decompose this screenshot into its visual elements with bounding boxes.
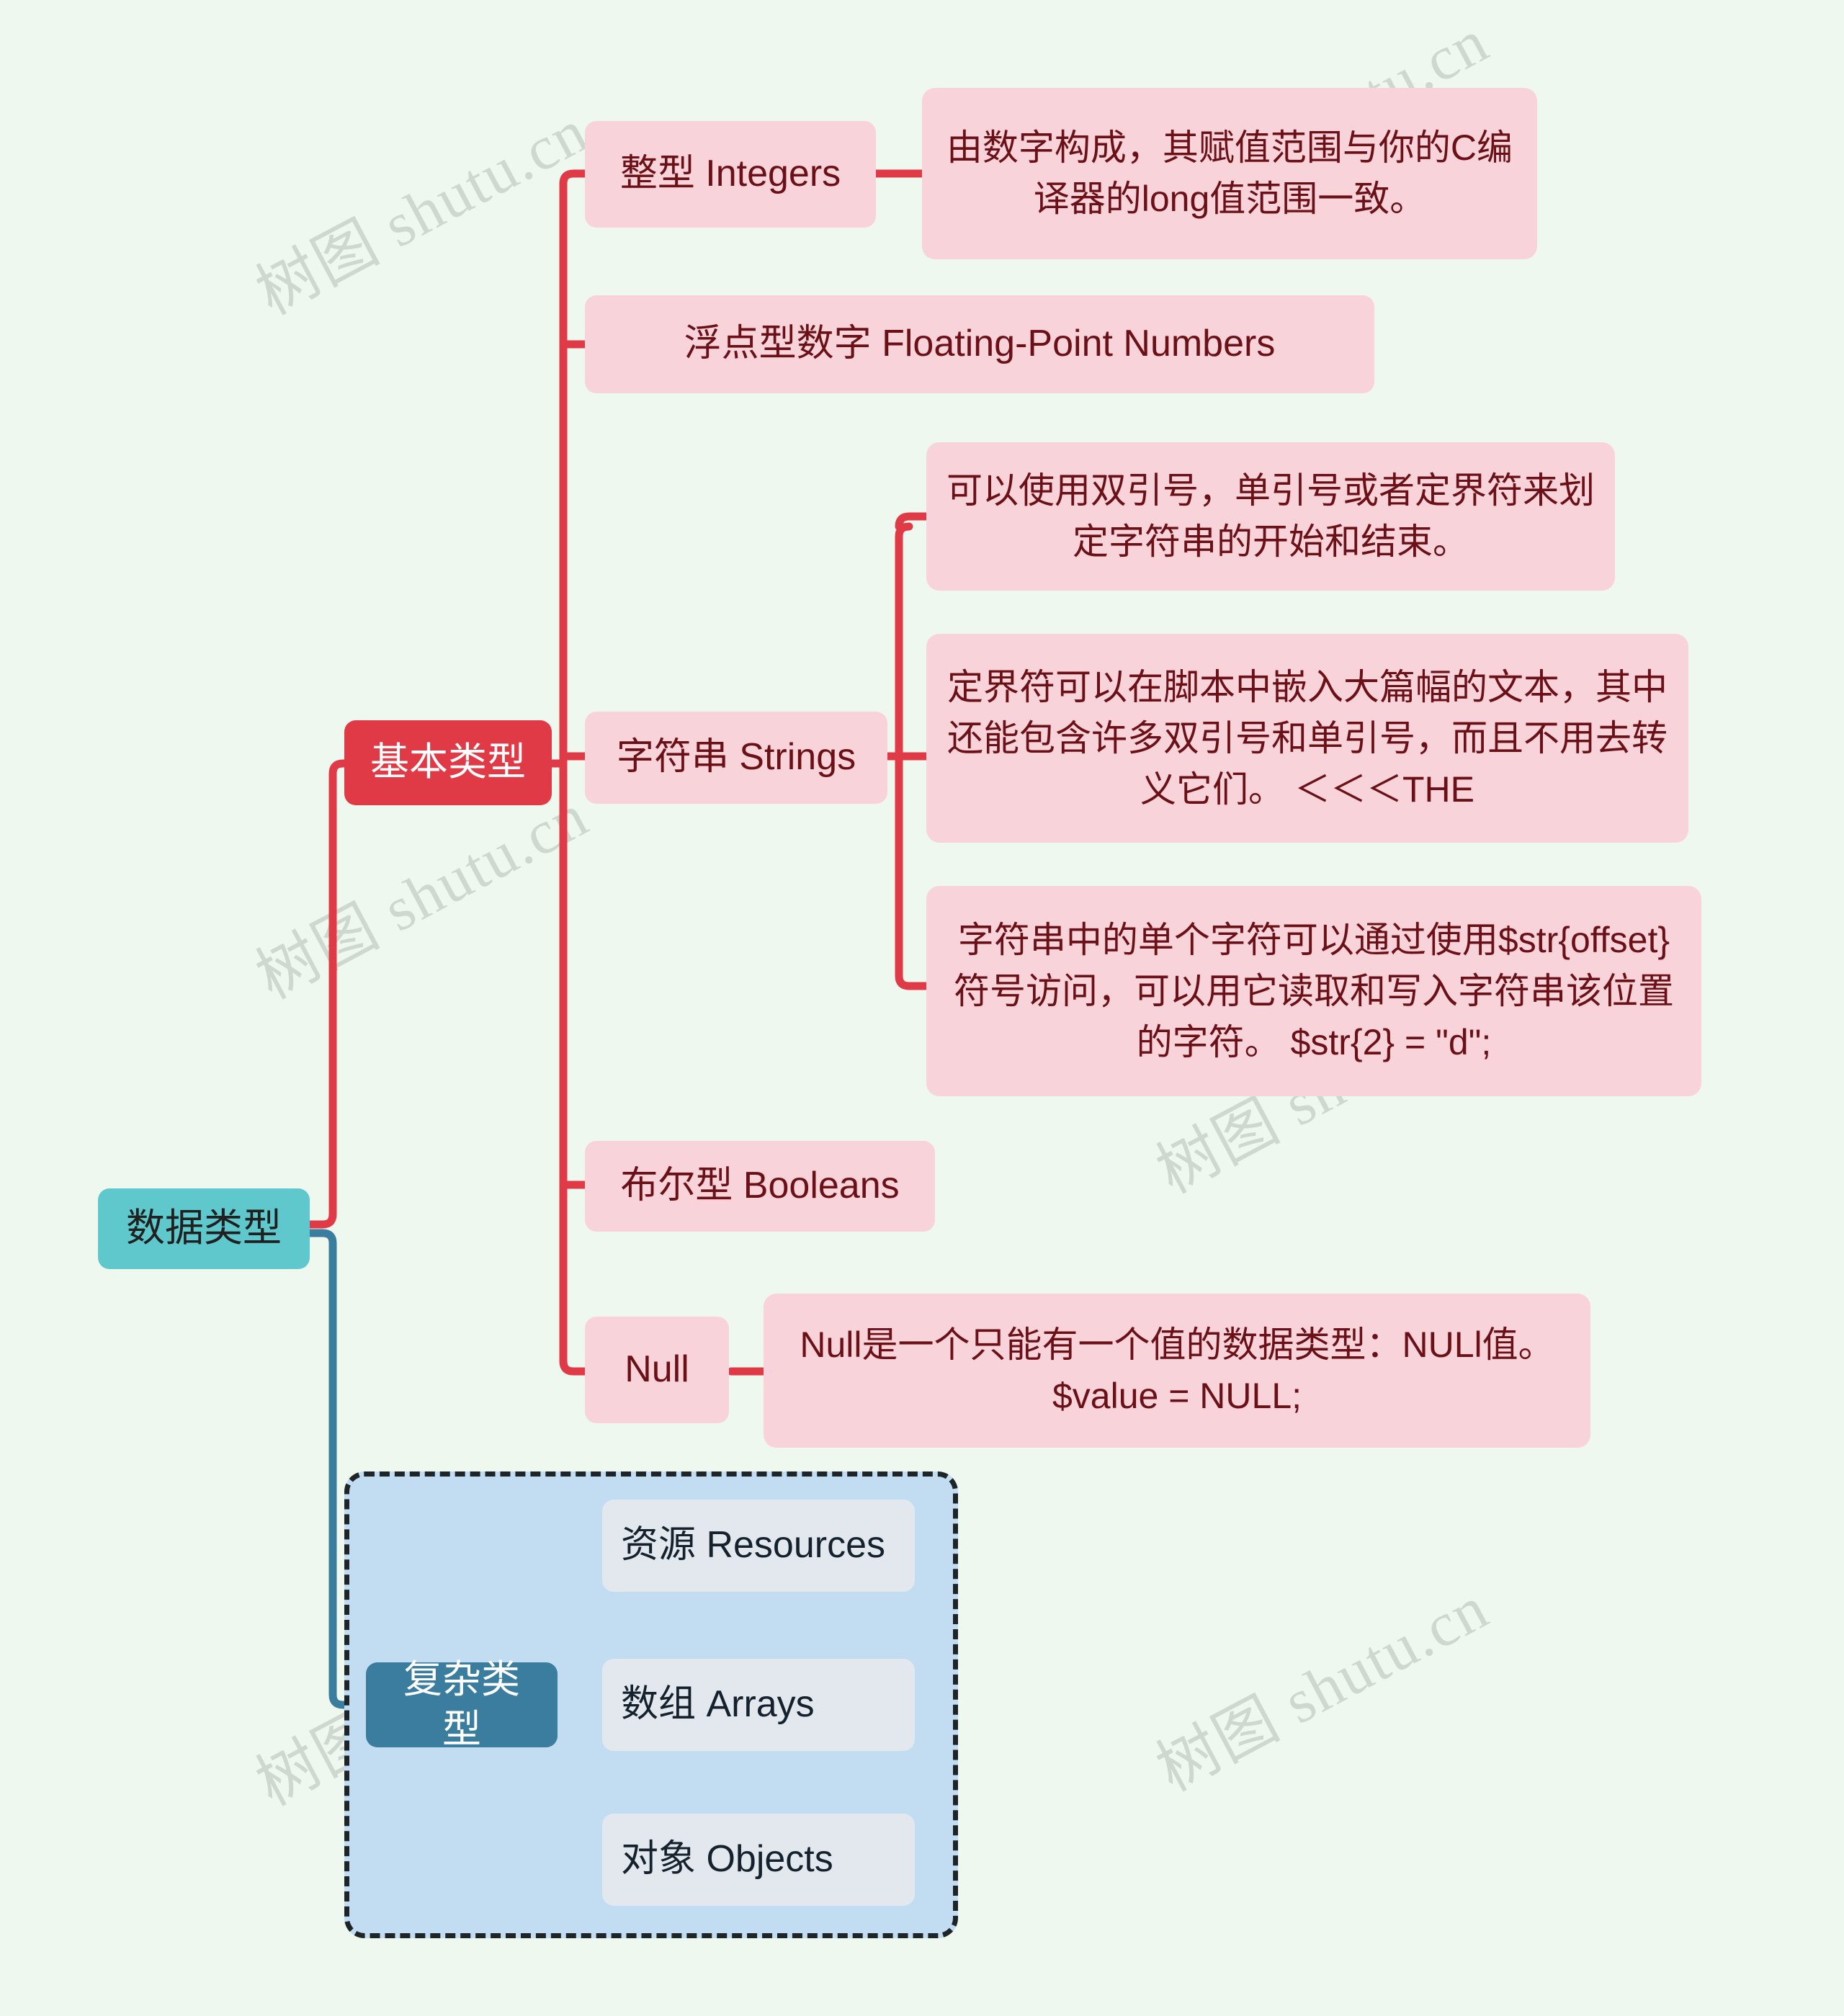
branch-node-complex-types-label: 复杂类型 [403, 1657, 520, 1751]
root-node-label: 数据类型 [126, 1206, 282, 1250]
note-integers-text: 由数字构成，其赋值范围与你的C编译器的long值范围一致。 [946, 127, 1513, 219]
topic-floating-point[interactable]: 浮点型数字 Floating-Point Numbers [585, 295, 1374, 393]
note-strings-2[interactable]: 定界符可以在脚本中嵌入大篇幅的文本，其中还能包含许多双引号和单引号，而且不用去转… [926, 634, 1688, 843]
branch-node-complex-types[interactable]: 复杂类型 [366, 1658, 558, 1751]
topic-resources[interactable]: 资源 Resources [602, 1500, 915, 1592]
topic-arrays[interactable]: 数组 Arrays [602, 1659, 915, 1751]
note-null-text: Null是一个只能有一个值的数据类型：NULl值。$value = NULL; [800, 1325, 1554, 1416]
branch-node-basic-types[interactable]: 基本类型 [344, 720, 552, 805]
topic-strings-label: 字符串 Strings [616, 736, 856, 779]
topic-integers[interactable]: 整型 Integers [585, 121, 876, 228]
note-strings-3[interactable]: 字符串中的单个字符可以通过使用$str{offset}符号访问，可以用它读取和写… [926, 886, 1701, 1096]
root-node[interactable]: 数据类型 [98, 1188, 310, 1269]
topic-booleans[interactable]: 布尔型 Booleans [585, 1141, 935, 1232]
note-strings-3-text: 字符串中的单个字符可以通过使用$str{offset}符号访问，可以用它读取和写… [954, 919, 1674, 1062]
topic-arrays-label: 数组 Arrays [621, 1683, 815, 1726]
topic-null[interactable]: Null [585, 1317, 729, 1423]
topic-objects-label: 对象 Objects [621, 1838, 833, 1881]
note-null[interactable]: Null是一个只能有一个值的数据类型：NULl值。$value = NULL; [764, 1294, 1590, 1448]
topic-booleans-label: 布尔型 Booleans [620, 1165, 900, 1207]
note-integers[interactable]: 由数字构成，其赋值范围与你的C编译器的long值范围一致。 [922, 88, 1537, 259]
mindmap-canvas: 树图 shutu.cn 树图 shutu.cn 树图 shutu.cn 树图 s… [0, 0, 1844, 2016]
topic-resources-label: 资源 Resources [621, 1524, 885, 1567]
note-strings-2-text: 定界符可以在脚本中嵌入大篇幅的文本，其中还能包含许多双引号和单引号，而且不用去转… [947, 666, 1668, 810]
branch-node-basic-types-label: 基本类型 [370, 740, 526, 784]
topic-null-label: Null [625, 1348, 689, 1391]
topic-strings[interactable]: 字符串 Strings [585, 712, 887, 804]
topic-objects[interactable]: 对象 Objects [602, 1814, 915, 1906]
note-strings-1[interactable]: 可以使用双引号，单引号或者定界符来划定字符串的开始和结束。 [926, 442, 1615, 591]
note-strings-1-text: 可以使用双引号，单引号或者定界符来划定字符串的开始和结束。 [946, 470, 1595, 562]
topic-floating-point-label: 浮点型数字 Floating-Point Numbers [684, 323, 1276, 365]
topic-integers-label: 整型 Integers [619, 153, 841, 195]
